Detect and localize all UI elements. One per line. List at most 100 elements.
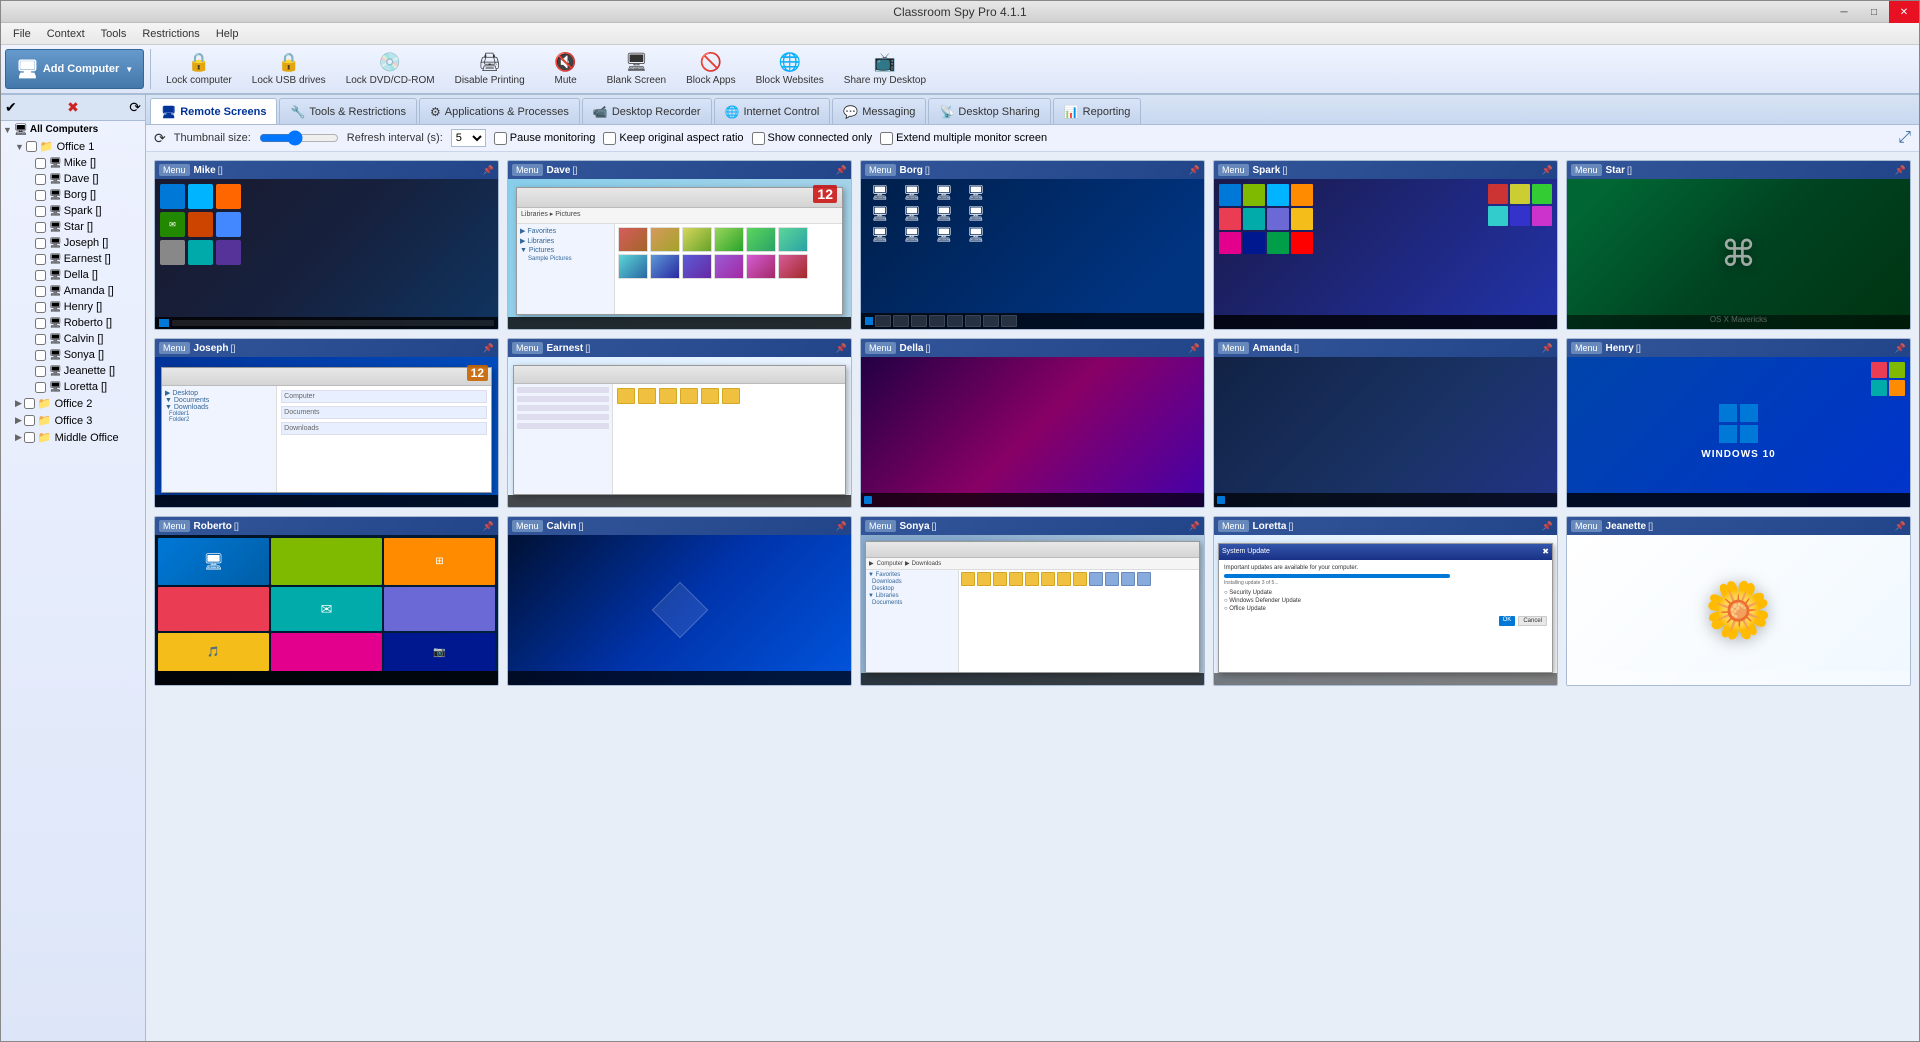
- blank-screen-button[interactable]: 🖥 Blank Screen: [598, 47, 675, 91]
- thumbnail-star[interactable]: Menu Star [] 📌 ⌘ OS X Mavericks: [1566, 160, 1911, 330]
- office1-checkbox[interactable]: [26, 141, 37, 152]
- checkbox-joseph[interactable]: [35, 238, 46, 249]
- checkbox-borg[interactable]: [35, 190, 46, 201]
- sidebar-item-earnest[interactable]: 🖥 Earnest []: [31, 251, 145, 267]
- sidebar-item-borg[interactable]: 🖥 Borg []: [31, 187, 145, 203]
- sidebar-item-dave[interactable]: 🖥 Dave []: [31, 171, 145, 187]
- checkbox-della[interactable]: [35, 270, 46, 281]
- add-computer-button[interactable]: 🖥 Add Computer ▼: [5, 49, 144, 89]
- share-desktop-button[interactable]: 📺 Share my Desktop: [835, 47, 935, 91]
- tree-root[interactable]: ▼ 🖥 All Computers: [1, 121, 145, 138]
- thumbnail-menu-star[interactable]: Menu: [1571, 164, 1602, 176]
- thumbnail-menu-earnest[interactable]: Menu: [512, 342, 543, 354]
- sidebar-item-amanda[interactable]: 🖥 Amanda []: [31, 283, 145, 299]
- thumbnail-spark[interactable]: Menu Spark [] 📌: [1213, 160, 1558, 330]
- menu-restrictions[interactable]: Restrictions: [134, 26, 207, 42]
- middle-office-checkbox[interactable]: [24, 432, 35, 443]
- thumbnail-menu-sonya[interactable]: Menu: [865, 520, 896, 532]
- thumbnail-size-slider[interactable]: [259, 131, 339, 145]
- sidebar-item-della[interactable]: 🖥 Della []: [31, 267, 145, 283]
- sidebar-close-icon[interactable]: ✖: [67, 99, 79, 116]
- sidebar-group-office2[interactable]: ▶ 📁 Office 2: [11, 395, 145, 412]
- sidebar-item-henry[interactable]: 🖥 Henry []: [31, 299, 145, 315]
- keep-aspect-checkbox-label[interactable]: Keep original aspect ratio: [603, 132, 743, 145]
- show-connected-checkbox[interactable]: [752, 132, 765, 145]
- menu-tools[interactable]: Tools: [93, 26, 135, 42]
- show-connected-checkbox-label[interactable]: Show connected only: [752, 132, 873, 145]
- sidebar-item-sonya[interactable]: 🖥 Sonya []: [31, 347, 145, 363]
- thumbnail-menu-mike[interactable]: Menu: [159, 164, 190, 176]
- thumbnail-borg[interactable]: Menu Borg [] 📌 🖥🖥🖥🖥🖥🖥🖥🖥🖥🖥🖥🖥: [860, 160, 1205, 330]
- thumbnail-menu-dave[interactable]: Menu: [512, 164, 543, 176]
- tab-desktop-recorder[interactable]: 📹 Desktop Recorder: [582, 98, 712, 124]
- sidebar-item-calvin[interactable]: 🖥 Calvin []: [31, 331, 145, 347]
- menu-context[interactable]: Context: [39, 26, 93, 42]
- checkbox-roberto[interactable]: [35, 318, 46, 329]
- sidebar-refresh-icon[interactable]: ⟳: [129, 99, 141, 116]
- thumbnail-menu-borg[interactable]: Menu: [865, 164, 896, 176]
- thumbnail-menu-henry[interactable]: Menu: [1571, 342, 1602, 354]
- lock-usb-button[interactable]: 🔒 Lock USB drives: [243, 47, 335, 91]
- thumbnail-dave[interactable]: Menu Dave [] 📌 Libraries ▸ Pictures ▶ Fa…: [507, 160, 852, 330]
- mute-button[interactable]: 🔇 Mute: [536, 47, 596, 91]
- expand-button[interactable]: ⤢: [1898, 129, 1911, 147]
- close-button[interactable]: ✕: [1889, 1, 1919, 23]
- sidebar-group-office1[interactable]: ▼ 📁 Office 1: [11, 138, 145, 155]
- checkbox-star[interactable]: [35, 222, 46, 233]
- sidebar-item-spark[interactable]: 🖥 Spark []: [31, 203, 145, 219]
- tab-tools-restrictions[interactable]: 🔧 Tools & Restrictions: [279, 98, 417, 124]
- minimize-button[interactable]: ─: [1829, 1, 1859, 23]
- sidebar-group-office3[interactable]: ▶ 📁 Office 3: [11, 412, 145, 429]
- extend-monitor-checkbox-label[interactable]: Extend multiple monitor screen: [880, 132, 1047, 145]
- thumbnail-menu-calvin[interactable]: Menu: [512, 520, 543, 532]
- thumbnail-calvin[interactable]: Menu Calvin [] 📌: [507, 516, 852, 686]
- thumbnail-roberto[interactable]: Menu Roberto [] 📌 🖥 ⊞ ✉ 🎵 📷: [154, 516, 499, 686]
- sidebar-add-icon[interactable]: ✔: [5, 99, 17, 116]
- thumbnail-menu-roberto[interactable]: Menu: [159, 520, 190, 532]
- add-computer-dropdown-arrow[interactable]: ▼: [125, 65, 133, 74]
- checkbox-calvin[interactable]: [35, 334, 46, 345]
- thumbnail-della[interactable]: Menu Della [] 📌: [860, 338, 1205, 508]
- thumbnail-menu-spark[interactable]: Menu: [1218, 164, 1249, 176]
- thumbnail-menu-loretta[interactable]: Menu: [1218, 520, 1249, 532]
- restore-button[interactable]: □: [1859, 1, 1889, 23]
- thumbnail-jeanette[interactable]: Menu Jeanette [] 📌 🌼: [1566, 516, 1911, 686]
- thumbnail-sonya[interactable]: Menu Sonya [] 📌 ▶Computer▶Downloads ▼ Fa…: [860, 516, 1205, 686]
- sidebar-group-middle-office[interactable]: ▶ 📁 Middle Office: [11, 429, 145, 446]
- thumbnail-menu-joseph[interactable]: Menu: [159, 342, 190, 354]
- tab-messaging[interactable]: 💬 Messaging: [832, 98, 926, 124]
- thumbnail-mike[interactable]: Menu Mike [] 📌 ✉: [154, 160, 499, 330]
- disable-printing-button[interactable]: 🖨 Disable Printing: [446, 47, 534, 91]
- checkbox-earnest[interactable]: [35, 254, 46, 265]
- tab-desktop-sharing[interactable]: 📡 Desktop Sharing: [928, 98, 1050, 124]
- pause-monitoring-checkbox[interactable]: [494, 132, 507, 145]
- thumbnail-henry[interactable]: Menu Henry [] 📌 WINDOWS 10: [1566, 338, 1911, 508]
- tab-applications[interactable]: ⚙ Applications & Processes: [419, 98, 580, 124]
- checkbox-dave[interactable]: [35, 174, 46, 185]
- refresh-interval-select[interactable]: 5 1 2 3 10 15 30: [451, 129, 486, 147]
- block-websites-button[interactable]: 🌐 Block Websites: [747, 47, 833, 91]
- menu-file[interactable]: File: [5, 26, 39, 42]
- menu-help[interactable]: Help: [208, 26, 247, 42]
- thumbnail-loretta[interactable]: Menu Loretta [] 📌 System Update ✖ Import…: [1213, 516, 1558, 686]
- office3-checkbox[interactable]: [24, 415, 35, 426]
- tab-remote-screens[interactable]: 🖥 Remote Screens: [150, 98, 277, 124]
- keep-aspect-checkbox[interactable]: [603, 132, 616, 145]
- sidebar-item-joseph[interactable]: 🖥 Joseph []: [31, 235, 145, 251]
- sidebar-item-loretta[interactable]: 🖥 Loretta []: [31, 379, 145, 395]
- thumbnail-menu-jeanette[interactable]: Menu: [1571, 520, 1602, 532]
- lock-dvd-button[interactable]: 💿 Lock DVD/CD-ROM: [337, 47, 444, 91]
- refresh-icon-btn[interactable]: ⟳: [154, 130, 166, 147]
- thumbnail-earnest[interactable]: Menu Earnest [] 📌: [507, 338, 852, 508]
- sidebar-item-roberto[interactable]: 🖥 Roberto []: [31, 315, 145, 331]
- checkbox-henry[interactable]: [35, 302, 46, 313]
- checkbox-sonya[interactable]: [35, 350, 46, 361]
- thumbnail-menu-amanda[interactable]: Menu: [1218, 342, 1249, 354]
- thumbnail-menu-della[interactable]: Menu: [865, 342, 896, 354]
- pause-monitoring-checkbox-label[interactable]: Pause monitoring: [494, 132, 596, 145]
- lock-computer-button[interactable]: 🔒 Lock computer: [157, 47, 241, 91]
- sidebar-item-star[interactable]: 🖥 Star []: [31, 219, 145, 235]
- block-apps-button[interactable]: 🚫 Block Apps: [677, 47, 744, 91]
- tab-internet-control[interactable]: 🌐 Internet Control: [714, 98, 831, 124]
- checkbox-amanda[interactable]: [35, 286, 46, 297]
